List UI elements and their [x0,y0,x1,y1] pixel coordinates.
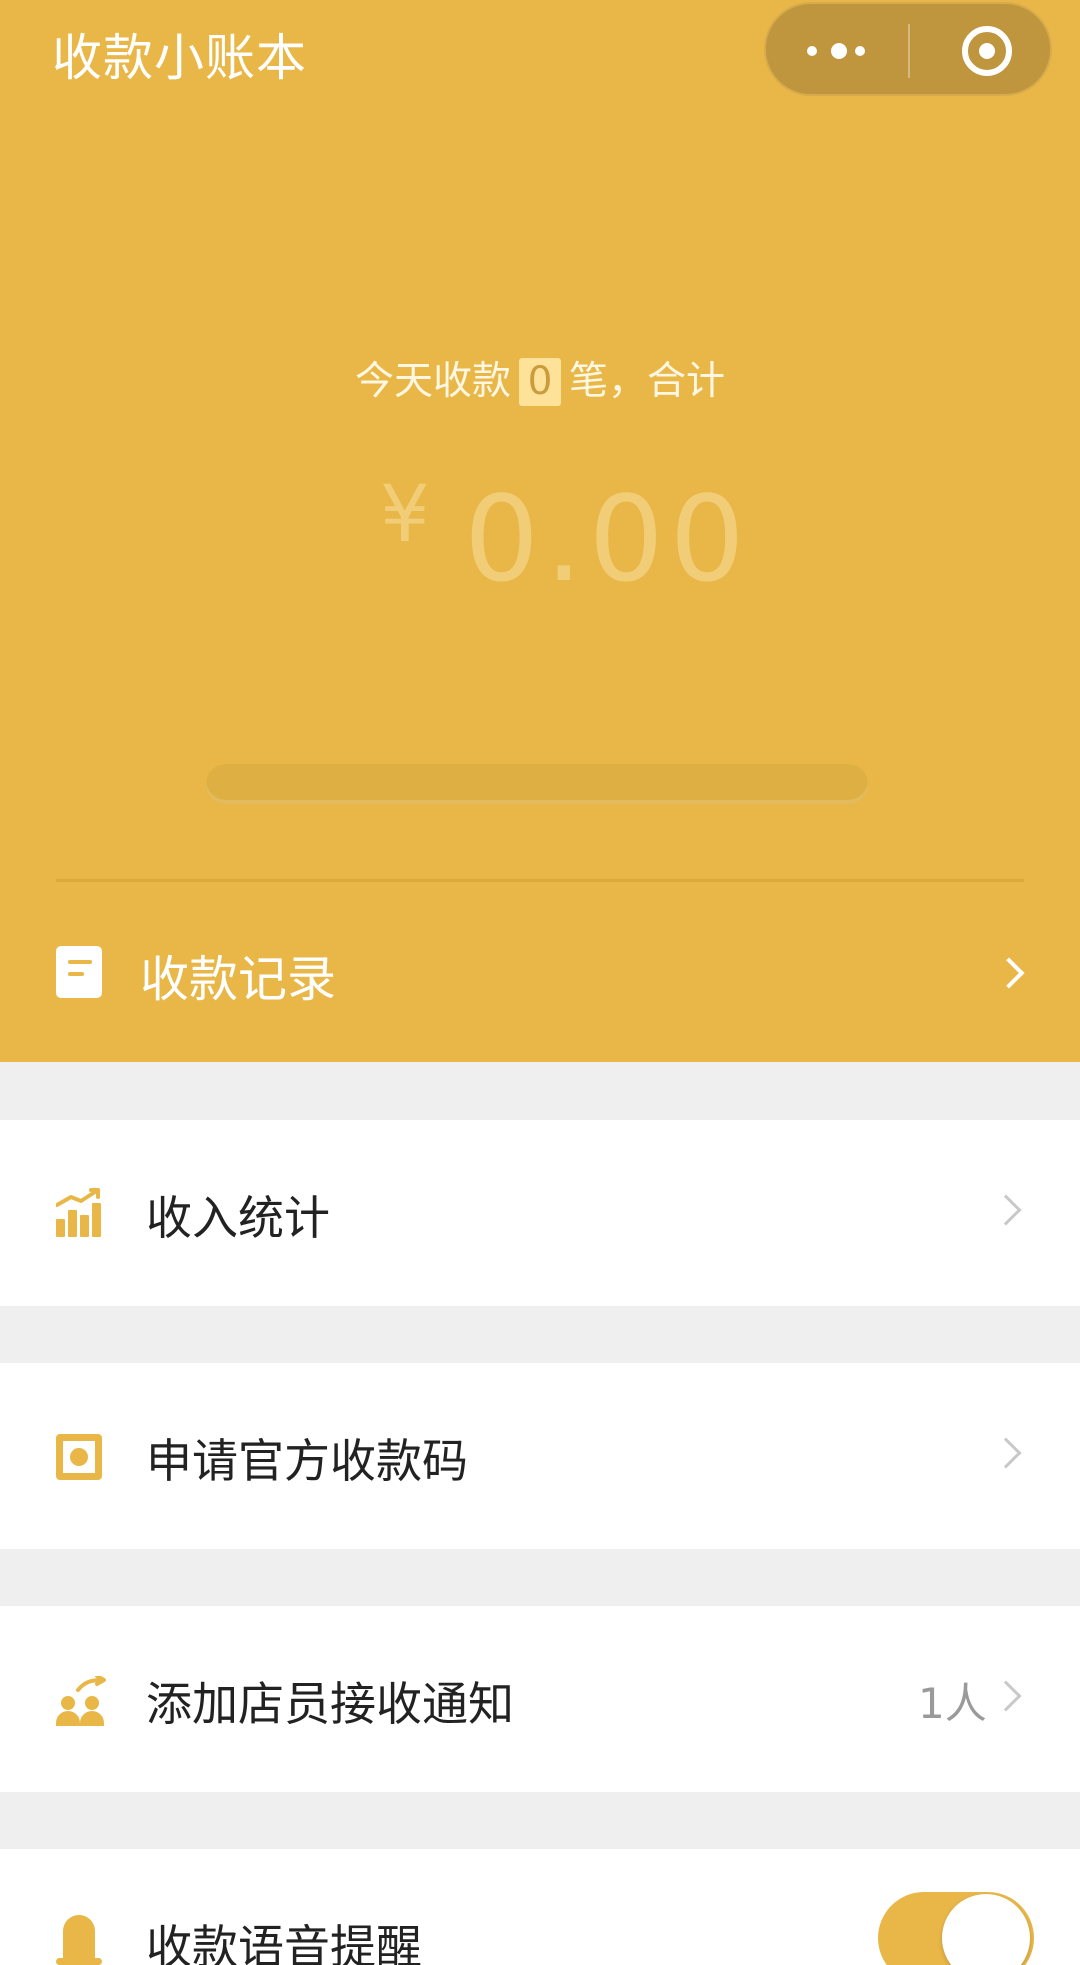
miniapp-capsule [764,2,1052,96]
today-total-amount: ¥ 0.00 [380,470,745,608]
income-stats-label: 收入统计 [146,1191,330,1245]
apply-qr-label: 申请官方收款码 [146,1434,468,1488]
page-title: 收款小账本 [52,29,307,87]
toggle-knob [942,1894,1030,1965]
mini-program-page: 收款小账本 今天收款 0 笔，合计 ¥ 0.00 收款记录 收入统计 申请官方收… [0,0,1080,1965]
chevron-right-icon [993,957,1025,989]
more-icon [807,42,867,59]
close-button[interactable] [910,4,1052,94]
more-button[interactable] [766,4,908,94]
staff-notification-row[interactable]: 添加店员接收通知 1人 [0,1606,1080,1792]
summary-header: 收款小账本 今天收款 0 笔，合计 ¥ 0.00 收款记录 [0,0,1080,1062]
summary-suffix: 笔，合计 [569,359,726,404]
transaction-count: 0 [519,358,561,406]
staff-icon [56,1676,110,1726]
chart-icon [56,1187,102,1237]
chevron-right-icon [990,1194,1022,1226]
amount-value: 0.00 [464,470,751,608]
target-icon [962,26,1012,76]
qr-code-icon [56,1434,102,1480]
income-stats-row[interactable]: 收入统计 [0,1120,1080,1306]
bell-icon [56,1915,102,1965]
header-divider [56,879,1024,882]
currency-symbol: ¥ [380,470,430,560]
staff-count: 1人 [918,1679,987,1728]
staff-notification-label: 添加店员接收通知 [146,1677,514,1731]
document-icon [56,946,102,998]
summary-progress-track [206,764,868,804]
chevron-right-icon [990,1680,1022,1712]
payment-records-row[interactable]: 收款记录 [0,910,1080,1040]
chevron-right-icon [990,1437,1022,1469]
payment-records-label: 收款记录 [140,951,337,1008]
summary-prefix: 今天收款 [354,359,511,404]
apply-official-qr-row[interactable]: 申请官方收款码 [0,1363,1080,1549]
voice-reminder-row: 收款语音提醒 [0,1849,1080,1965]
voice-reminder-toggle[interactable] [878,1892,1034,1965]
voice-reminder-label: 收款语音提醒 [146,1920,422,1965]
today-payment-summary: 今天收款 0 笔，合计 [0,350,1080,406]
